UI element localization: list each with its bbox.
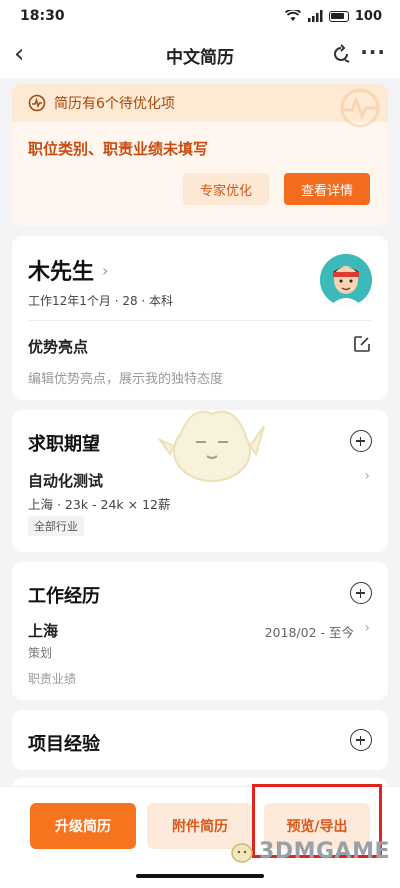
chevron-right-icon: › bbox=[364, 620, 370, 636]
chevron-right-icon: › bbox=[102, 260, 109, 280]
profile-card: 木先生 › 工作12年1个月 · 28 · 本科 优势亮点 编辑优势亮点，展示我… bbox=[12, 236, 388, 400]
project-experience-title: 项目经验 bbox=[28, 734, 100, 755]
upgrade-resume-button[interactable]: 升级简历 bbox=[30, 803, 136, 849]
mascot-logo-icon bbox=[231, 843, 253, 863]
advantage-title: 优势亮点 bbox=[28, 338, 89, 356]
work-experience-title: 工作经历 bbox=[28, 586, 100, 607]
wifi-icon bbox=[284, 10, 301, 21]
work-date: 2018/02 - 至今 bbox=[264, 625, 354, 640]
status-bar: 18:30 100 bbox=[0, 0, 400, 32]
home-area bbox=[0, 864, 400, 888]
add-work-icon[interactable] bbox=[350, 582, 372, 604]
battery-icon bbox=[328, 10, 349, 22]
view-details-button[interactable]: 查看详情 bbox=[284, 173, 370, 205]
status-time: 18:30 bbox=[20, 8, 65, 24]
add-expectation-icon[interactable] bbox=[350, 430, 372, 452]
pulse-icon bbox=[28, 94, 46, 112]
optimize-card: 简历有6个待优化项 职位类别、职责业绩未填写 专家优化 查看详情 bbox=[12, 84, 388, 226]
divider bbox=[28, 320, 372, 321]
mascot-watermark-icon bbox=[157, 410, 265, 482]
work-duty: 职责业绩 bbox=[28, 672, 77, 686]
avatar-illustration-icon bbox=[320, 254, 372, 306]
home-indicator[interactable] bbox=[136, 874, 264, 878]
more-icon[interactable]: ··· bbox=[360, 40, 386, 64]
back-icon[interactable]: ‹ bbox=[14, 40, 44, 70]
profile-meta: 工作12年1个月 · 28 · 本科 bbox=[28, 294, 174, 308]
page-title: 中文简历 bbox=[166, 47, 234, 68]
profile-name-row[interactable]: 木先生 › bbox=[28, 254, 108, 286]
optimize-header-text: 简历有6个待优化项 bbox=[54, 96, 175, 112]
nav-bar: ‹ 中文简历 ··· bbox=[0, 32, 400, 78]
avatar[interactable] bbox=[320, 254, 372, 306]
project-experience-card: 项目经验 bbox=[12, 710, 388, 770]
edit-icon[interactable] bbox=[352, 334, 372, 354]
add-project-icon[interactable] bbox=[350, 729, 372, 751]
site-watermark: 3DMGAME bbox=[229, 838, 390, 864]
work-role: 策划 bbox=[28, 646, 53, 660]
watermark-text: 3DMGAME bbox=[259, 838, 390, 864]
pulse-watermark-icon bbox=[340, 88, 380, 128]
profile-name: 木先生 bbox=[28, 260, 95, 285]
optimize-message: 职位类别、职责业绩未填写 bbox=[28, 140, 209, 158]
expected-job[interactable]: 自动化测试 bbox=[28, 470, 103, 491]
job-expectation-card: 求职期望 自动化测试 › 上海 · 23k - 24k × 12薪 全部行业 bbox=[12, 410, 388, 552]
work-company[interactable]: 上海 bbox=[28, 620, 58, 641]
work-experience-card: 工作经历 上海 2018/02 - 至今 › 策划 职责业绩 bbox=[12, 562, 388, 700]
status-icons: 100 bbox=[284, 8, 382, 24]
chevron-right-icon: › bbox=[364, 468, 370, 484]
expected-job-detail: 上海 · 23k - 24k × 12薪 bbox=[28, 497, 171, 512]
refresh-icon[interactable] bbox=[330, 43, 352, 65]
battery-level: 100 bbox=[354, 8, 382, 24]
job-expectation-title: 求职期望 bbox=[28, 434, 100, 455]
signal-icon bbox=[307, 10, 323, 22]
advantage-hint[interactable]: 编辑优势亮点，展示我的独特态度 bbox=[28, 368, 223, 387]
expert-optimize-button[interactable]: 专家优化 bbox=[183, 173, 269, 205]
industry-tag: 全部行业 bbox=[28, 516, 84, 536]
